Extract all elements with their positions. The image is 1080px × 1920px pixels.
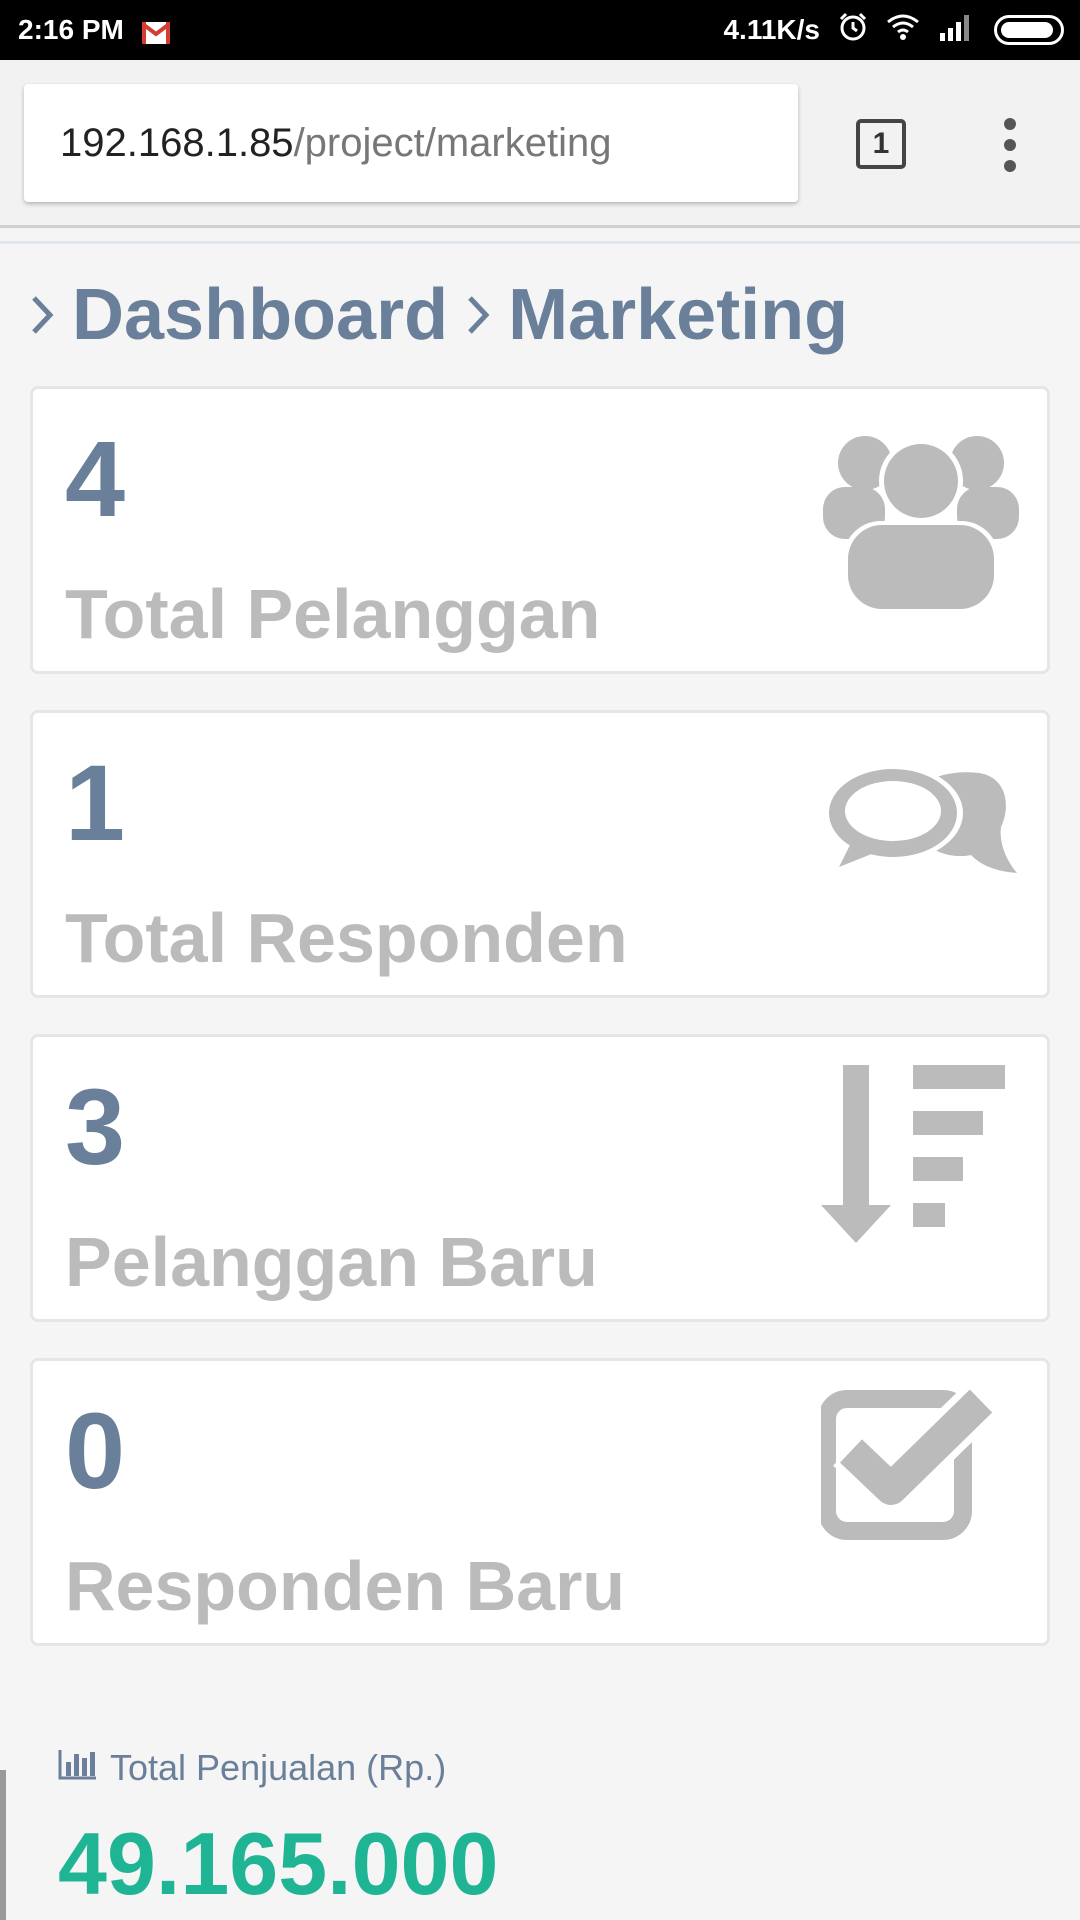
chevron-right-icon: [28, 292, 58, 338]
status-bar: 2:16 PM 4.11K/s: [0, 0, 1080, 60]
sales-header: Total Penjualan (Rp.): [58, 1744, 446, 1792]
menu-dot-icon: [1004, 139, 1016, 151]
stat-card-total-responden[interactable]: 1 Total Responden: [30, 710, 1050, 998]
chat-bubbles-icon: [821, 741, 1021, 941]
alarm-icon: [838, 12, 868, 49]
sales-accent-bar: [0, 1770, 6, 1920]
sales-total-value: 49.165.000: [58, 1814, 499, 1913]
checkbox-checked-icon: [818, 1384, 1021, 1589]
stat-card-pelanggan-baru[interactable]: 3 Pelanggan Baru: [30, 1034, 1050, 1322]
url-host: 192.168.1.85: [60, 120, 294, 165]
stat-value: 1: [65, 742, 126, 863]
stat-label: Total Pelanggan: [65, 575, 601, 653]
tab-switcher-button[interactable]: 1: [856, 119, 906, 169]
address-bar[interactable]: 192.168.1.85/project/marketing: [24, 84, 798, 202]
menu-dot-icon: [1004, 160, 1016, 172]
overflow-menu-button[interactable]: [998, 118, 1022, 172]
stat-value: 0: [65, 1390, 126, 1511]
stat-card-total-pelanggan[interactable]: 4 Total Pelanggan: [30, 386, 1050, 674]
sort-descending-icon: [821, 1065, 1021, 1265]
stat-value: 3: [65, 1066, 126, 1187]
breadcrumb: Dashboard Marketing: [28, 270, 864, 360]
gmail-icon: [141, 19, 170, 44]
signal-icon: [938, 13, 972, 48]
chevron-right-icon: [464, 292, 494, 338]
wifi-icon: [886, 13, 920, 48]
battery-icon: [994, 15, 1064, 45]
stat-card-responden-baru[interactable]: 0 Responden Baru: [30, 1358, 1050, 1646]
stat-label: Total Responden: [65, 899, 628, 977]
network-speed: 4.11K/s: [723, 14, 820, 45]
status-time: 2:16 PM: [18, 14, 124, 45]
breadcrumb-dashboard[interactable]: Dashboard: [72, 274, 448, 356]
stat-label: Pelanggan Baru: [65, 1223, 598, 1301]
bar-chart-icon: [58, 1747, 98, 1789]
sales-label: Total Penjualan (Rp.): [110, 1747, 447, 1788]
browser-toolbar: 192.168.1.85/project/marketing 1: [0, 60, 1080, 228]
toolbar-divider: [0, 241, 1080, 244]
breadcrumb-marketing: Marketing: [508, 275, 849, 355]
users-icon: [821, 417, 1021, 617]
url-path: /project/marketing: [293, 120, 612, 165]
stat-value: 4: [65, 418, 126, 539]
menu-dot-icon: [1004, 118, 1016, 130]
stat-label: Responden Baru: [65, 1547, 626, 1625]
